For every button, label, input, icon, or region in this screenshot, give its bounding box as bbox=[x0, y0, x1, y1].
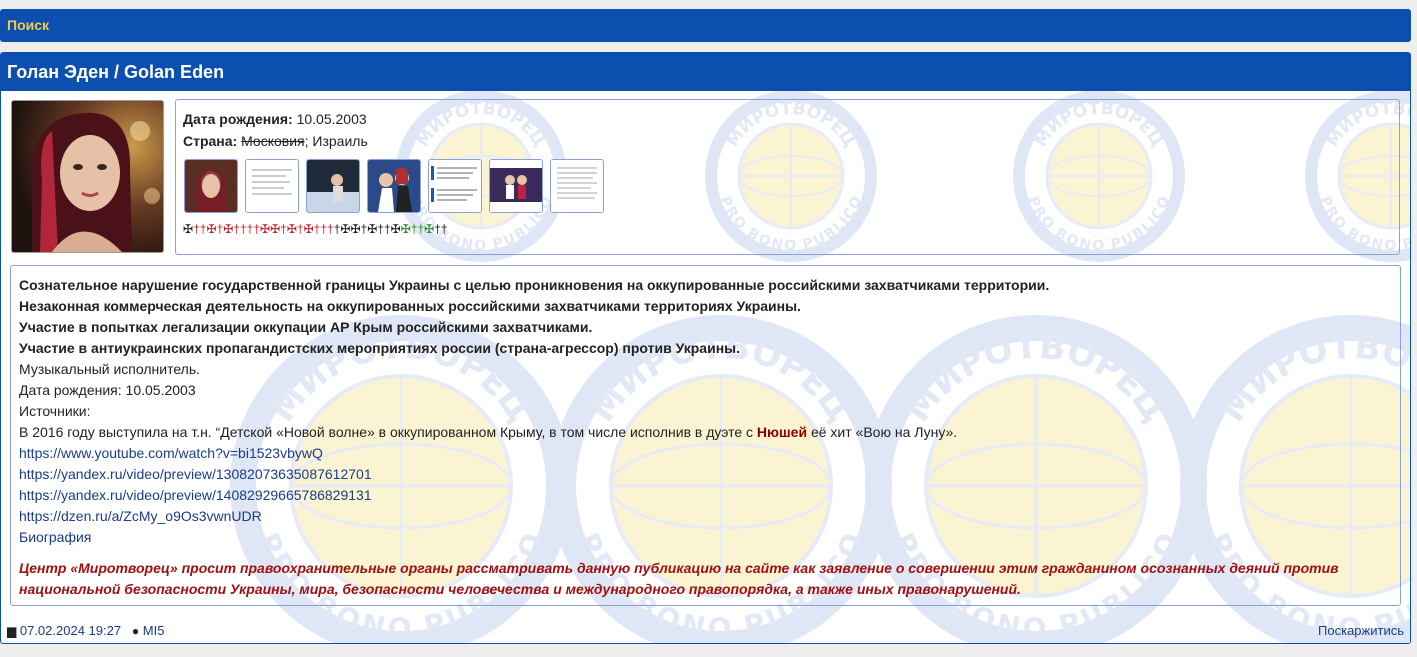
profile-panel: Голан Эден / Golan Eden МИРОТВОРЕЦ PRO B… bbox=[0, 52, 1411, 644]
crime-line: Участие в антиукраинских пропагандистски… bbox=[19, 340, 740, 356]
post-author: MI5 bbox=[142, 623, 165, 638]
story-after: её хит «Вою на Луну». bbox=[807, 424, 958, 440]
birth-row: Дата рождения: 10.05.2003 bbox=[183, 111, 367, 127]
warning-text: Центр «Миротворец» просит правоохранител… bbox=[19, 560, 1339, 597]
crime-line: Незаконная коммерческая деятельность на … bbox=[19, 298, 801, 314]
source-link[interactable]: https://www.youtube.com/watch?v=bi1523vb… bbox=[19, 445, 323, 461]
cross-marks: ✠††✠†✠††††✠✠†✠†✠††††✠✠†✠††✠✠††✠†† bbox=[183, 222, 448, 236]
source-link[interactable]: https://dzen.ru/a/ZcMy_o9Os3vwnUDR bbox=[19, 508, 262, 524]
country-label: Страна: bbox=[183, 133, 238, 149]
occupation-text: Музыкальный исполнитель. bbox=[19, 361, 201, 377]
calendar-icon: ▆ bbox=[7, 624, 17, 638]
birth-label: Дата рождения: bbox=[183, 111, 293, 127]
biography-link[interactable]: Биография bbox=[19, 529, 91, 545]
profile-photo[interactable] bbox=[11, 100, 164, 253]
sources-label: Источники: bbox=[19, 403, 91, 419]
thumb-photo-portrait[interactable] bbox=[184, 159, 238, 213]
search-label[interactable]: Поиск bbox=[7, 17, 49, 33]
source-link[interactable]: https://yandex.ru/video/preview/13082073… bbox=[19, 466, 372, 482]
thumb-news-screenshot[interactable] bbox=[428, 159, 482, 213]
user-icon: ● bbox=[131, 624, 140, 638]
country-sep: ; bbox=[304, 133, 309, 149]
thumb-stage-photo[interactable] bbox=[306, 159, 360, 213]
country-value: Израиль bbox=[312, 133, 368, 149]
story-text: В 2016 году выступила на т.н. “Детской «… bbox=[19, 424, 957, 440]
story-before: В 2016 году выступила на т.н. “Детской «… bbox=[19, 424, 757, 440]
country-row: Страна: Московия; Израиль bbox=[183, 133, 368, 149]
crime-line: Сознательное нарушение государственной г… bbox=[19, 277, 1050, 293]
country-old: Московия bbox=[241, 133, 305, 149]
crime-line: Участие в попытках легализации оккупации… bbox=[19, 319, 593, 335]
page-title: Голан Эден / Golan Eden bbox=[7, 62, 225, 82]
thumb-document-2[interactable] bbox=[550, 159, 604, 213]
birth-value: 10.05.2003 bbox=[296, 111, 367, 127]
thumb-document-1[interactable] bbox=[245, 159, 299, 213]
description-box: Сознательное нарушение государственной г… bbox=[10, 265, 1401, 606]
complain-link[interactable]: Поскаржитись bbox=[1318, 623, 1404, 638]
source-link[interactable]: https://yandex.ru/video/preview/14082929… bbox=[19, 487, 372, 503]
post-date: 07.02.2024 19:27 bbox=[19, 623, 122, 638]
thumb-stage-photo-2[interactable] bbox=[489, 159, 543, 213]
search-bar[interactable]: Поиск bbox=[0, 9, 1411, 42]
birth-text: Дата рождения: 10.05.2003 bbox=[19, 382, 196, 398]
info-box: Дата рождения: 10.05.2003 Страна: Москов… bbox=[175, 99, 1400, 255]
panel-header: Голан Эден / Golan Eden bbox=[1, 53, 1410, 91]
thumb-duet-photo[interactable] bbox=[367, 159, 421, 213]
post-meta: ▆ 07.02.2024 19:27 ● MI5 bbox=[7, 623, 164, 638]
story-name-link[interactable]: Нюшей bbox=[757, 424, 807, 440]
